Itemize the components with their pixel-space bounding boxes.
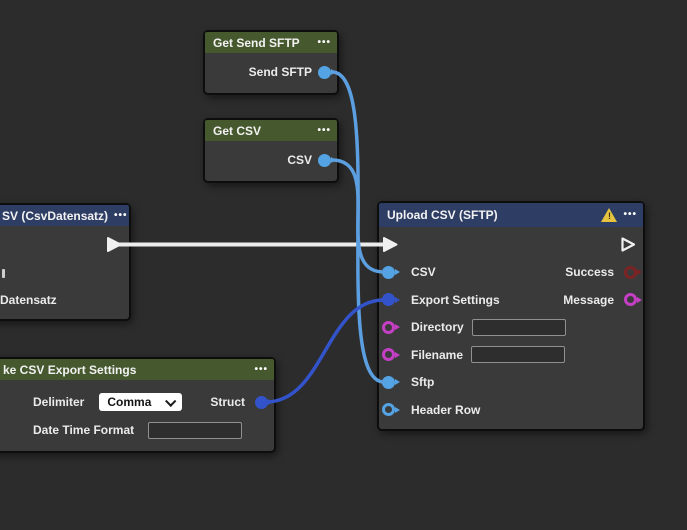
port-label: Success: [565, 265, 614, 279]
port-label: Message: [563, 293, 614, 307]
port-message-output[interactable]: [624, 293, 637, 306]
port-row: Sftp: [379, 369, 643, 397]
flow-out-port[interactable]: [106, 236, 123, 253]
input-row: [0, 258, 129, 286]
flow-row: [0, 230, 129, 258]
port-sftp-input[interactable]: [382, 376, 395, 389]
node-csv-datensatz[interactable]: SV (CsvDatensatz) ••• Datensatz: [0, 203, 131, 321]
port-row: Filename: [379, 341, 643, 369]
port-label: Export Settings: [411, 293, 500, 307]
flow-row: [379, 231, 643, 259]
node-upload-csv-sftp[interactable]: Upload CSV (SFTP) ••• CSV Success: [377, 201, 645, 431]
filename-field[interactable]: [471, 346, 565, 363]
node-title: Get CSV: [213, 124, 311, 138]
port-filename-input[interactable]: [382, 348, 395, 361]
port-label: Datensatz: [0, 293, 57, 307]
port-label: Struct: [210, 395, 245, 409]
port-row: CSV Success: [379, 259, 643, 287]
input-row: Datensatz: [0, 286, 129, 314]
chevron-down-icon: [165, 396, 176, 407]
clipped-label-fragment: [2, 269, 5, 278]
menu-icon[interactable]: •••: [317, 38, 331, 48]
node-title: Upload CSV (SFTP): [387, 208, 595, 222]
delimiter-value: Comma: [107, 395, 151, 409]
port-success-output[interactable]: [624, 266, 637, 279]
port-csv-output[interactable]: [318, 154, 331, 167]
port-label: Header Row: [411, 403, 480, 417]
output-row: CSV: [205, 146, 337, 174]
node-title: SV (CsvDatensatz): [2, 209, 108, 223]
output-row: Send SFTP: [205, 58, 337, 86]
param-row: Delimiter Comma Struct: [0, 388, 274, 416]
port-row: Header Row: [379, 396, 643, 424]
warning-icon[interactable]: [601, 208, 617, 222]
node-header[interactable]: SV (CsvDatensatz) •••: [0, 205, 129, 226]
wire-struct-to-exportsettings[interactable]: [266, 300, 384, 402]
port-send-sftp-output[interactable]: [318, 66, 331, 79]
date-time-format-field[interactable]: [148, 422, 242, 439]
node-title: ke CSV Export Settings: [3, 363, 248, 377]
param-label: Delimiter: [33, 395, 84, 409]
node-get-send-sftp[interactable]: Get Send SFTP ••• Send SFTP: [203, 30, 339, 95]
port-label: Sftp: [411, 375, 434, 389]
node-editor-canvas[interactable]: Get Send SFTP ••• Send SFTP Get CSV ••• …: [0, 0, 687, 530]
directory-field[interactable]: [472, 319, 566, 336]
node-header[interactable]: ke CSV Export Settings •••: [0, 359, 274, 380]
port-label: Directory: [411, 320, 464, 334]
port-label: Filename: [411, 348, 463, 362]
port-export-settings-input[interactable]: [382, 293, 395, 306]
flow-in-port[interactable]: [382, 236, 399, 253]
menu-icon[interactable]: •••: [317, 126, 331, 136]
port-row: Directory: [379, 314, 643, 342]
delimiter-select[interactable]: Comma: [99, 393, 182, 411]
node-header[interactable]: Upload CSV (SFTP) •••: [379, 203, 643, 227]
flow-out-port[interactable]: [620, 236, 637, 253]
menu-icon[interactable]: •••: [114, 211, 128, 221]
node-get-csv[interactable]: Get CSV ••• CSV: [203, 118, 339, 183]
port-directory-input[interactable]: [382, 321, 395, 334]
menu-icon[interactable]: •••: [623, 210, 637, 220]
port-label: CSV: [411, 265, 436, 279]
menu-icon[interactable]: •••: [254, 365, 268, 375]
port-struct-output[interactable]: [255, 396, 268, 409]
node-title: Get Send SFTP: [213, 36, 311, 50]
port-row: Export Settings Message: [379, 286, 643, 314]
port-header-row-input[interactable]: [382, 403, 395, 416]
param-row: Date Time Format: [0, 416, 274, 444]
port-label: CSV: [287, 153, 312, 167]
node-header[interactable]: Get CSV •••: [205, 120, 337, 141]
port-csv-input[interactable]: [382, 266, 395, 279]
port-label: Send SFTP: [249, 65, 312, 79]
node-header[interactable]: Get Send SFTP •••: [205, 32, 337, 53]
param-label: Date Time Format: [33, 423, 134, 437]
node-make-csv-export-settings[interactable]: ke CSV Export Settings ••• Delimiter Com…: [0, 357, 276, 453]
